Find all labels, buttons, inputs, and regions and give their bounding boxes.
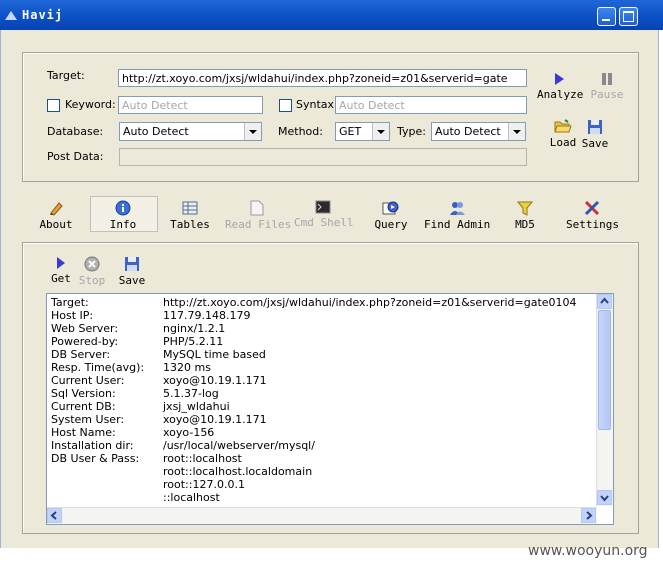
title-bar: Havij — [0, 0, 663, 30]
type-label: Type: — [397, 125, 426, 138]
play-icon — [57, 257, 65, 269]
chevron-down-icon[interactable] — [508, 123, 525, 140]
syntax-checkbox[interactable] — [279, 99, 292, 112]
query-icon — [382, 201, 399, 215]
info-results-text: Target: http://zt.xoyo.com/jxsj/wldahui/i… — [51, 296, 577, 504]
stop-button[interactable]: Stop — [78, 256, 106, 287]
console-icon — [315, 200, 331, 214]
tab-query[interactable]: Query — [372, 200, 410, 231]
pen-icon — [50, 202, 63, 216]
method-select[interactable]: GET — [335, 122, 390, 141]
tab-read-files[interactable]: Read Files — [225, 200, 291, 231]
type-select[interactable]: Auto Detect — [431, 122, 526, 141]
folder-open-icon — [554, 119, 572, 133]
keyword-checkbox[interactable] — [47, 99, 60, 112]
play-icon — [555, 73, 564, 85]
stop-icon — [84, 256, 100, 272]
database-label: Database: — [47, 125, 104, 138]
maximize-button[interactable] — [619, 7, 638, 26]
chevron-down-icon[interactable] — [244, 123, 261, 140]
watermark: www.wooyun.org — [528, 543, 648, 559]
tab-tables[interactable]: Tables — [168, 200, 212, 231]
target-label: Target: — [47, 69, 85, 82]
table-icon — [182, 201, 198, 215]
scroll-right-button[interactable] — [581, 508, 596, 523]
pause-icon — [602, 73, 612, 85]
syntax-input[interactable]: Auto Detect — [335, 96, 527, 114]
target-input[interactable]: http://zt.xoyo.com/jxsj/wldahui/index.ph… — [118, 69, 527, 87]
syntax-label: Syntax: — [296, 98, 338, 111]
window-title: Havij — [22, 8, 64, 22]
type-select-value: Auto Detect — [435, 125, 501, 138]
floppy-icon — [588, 120, 602, 134]
tab-find-admin[interactable]: Find Admin — [424, 200, 490, 231]
tab-md5[interactable]: MD5 — [510, 200, 540, 231]
chevron-down-icon[interactable] — [372, 123, 389, 140]
info-icon — [115, 200, 131, 216]
funnel-icon — [517, 201, 533, 216]
keyword-label: Keyword: — [65, 98, 116, 111]
post-data-label: Post Data: — [47, 150, 104, 163]
scroll-down-button[interactable] — [597, 490, 612, 505]
tools-icon — [584, 200, 600, 216]
scroll-up-button[interactable] — [597, 294, 612, 309]
scrollbar-thumb[interactable] — [598, 310, 611, 430]
chevron-down-icon — [600, 495, 609, 502]
minimize-button[interactable] — [597, 7, 616, 26]
horizontal-scrollbar[interactable] — [47, 507, 597, 524]
method-select-value: GET — [339, 125, 362, 138]
chevron-right-icon — [586, 511, 593, 520]
method-label: Method: — [278, 125, 323, 138]
tab-settings[interactable]: Settings — [566, 200, 619, 231]
floppy-icon — [125, 257, 139, 271]
save-button[interactable]: Save — [580, 119, 610, 150]
keyword-input[interactable]: Auto Detect — [118, 96, 263, 114]
post-data-input[interactable] — [119, 148, 527, 166]
info-results-box[interactable]: Target: http://zt.xoyo.com/jxsj/wldahui/i… — [46, 293, 614, 525]
info-save-button[interactable]: Save — [118, 256, 146, 287]
vertical-scrollbar[interactable] — [596, 294, 613, 506]
app-icon — [5, 11, 17, 20]
chevron-left-icon — [50, 511, 57, 520]
database-select[interactable]: Auto Detect — [119, 122, 262, 141]
analyze-button[interactable]: Analyze — [537, 72, 583, 101]
users-icon — [450, 202, 465, 215]
tab-cmd-shell[interactable]: Cmd Shell — [294, 200, 354, 229]
tab-info[interactable]: Info — [103, 200, 143, 231]
pause-button[interactable]: Pause — [590, 72, 624, 101]
chevron-up-icon — [600, 297, 609, 304]
scroll-left-button[interactable] — [47, 508, 62, 523]
file-icon — [250, 200, 264, 216]
tab-about[interactable]: About — [36, 200, 76, 231]
get-button[interactable]: Get — [50, 256, 72, 285]
load-button[interactable]: Load — [548, 119, 578, 149]
database-select-value: Auto Detect — [123, 125, 189, 138]
